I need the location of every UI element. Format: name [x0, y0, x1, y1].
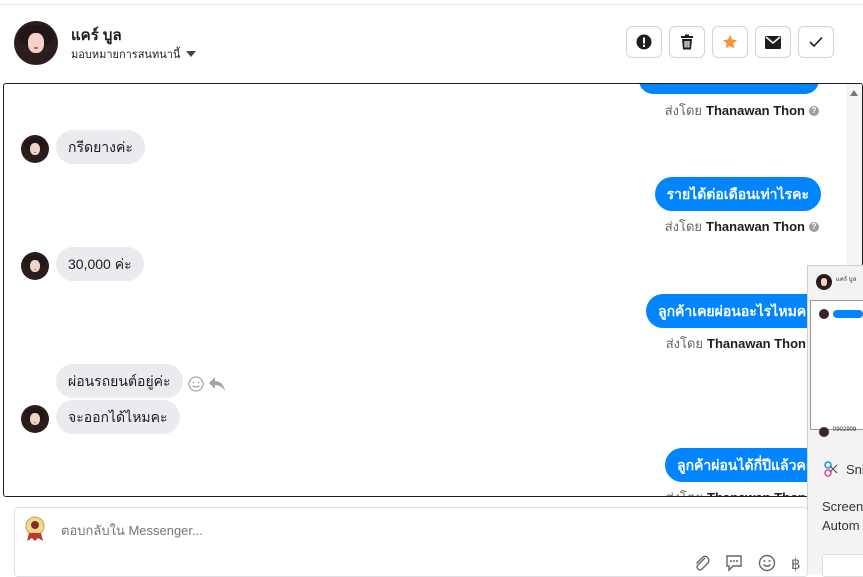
message-bubble-outgoing[interactable]: รายได้ต่อเดือนเท่าไรคะ	[654, 177, 821, 211]
message-bubble-incoming[interactable]: 30,000 ค่ะ	[56, 247, 144, 281]
overlay-text-line1: Screen	[822, 499, 863, 514]
report-button[interactable]	[626, 26, 662, 58]
message-bubble-incoming[interactable]: จะออกได้ไหมคะ	[56, 400, 180, 434]
overlay-avatar	[816, 274, 832, 290]
contact-avatar[interactable]	[14, 21, 58, 65]
caret-down-icon	[186, 51, 197, 57]
assign-label: มอบหมายการสนทนานี้	[71, 49, 181, 61]
emoji-icon[interactable]	[758, 554, 776, 572]
mark-unread-button[interactable]	[755, 26, 791, 58]
contact-name[interactable]: แคร์ บูล	[71, 23, 122, 47]
overlay-thumbnail: 0902909	[810, 300, 863, 437]
page-badge-icon	[25, 516, 45, 541]
envelope-icon	[765, 35, 781, 49]
snip-tool-icon	[824, 461, 838, 477]
alert-circle-icon	[636, 34, 652, 50]
message-bubble-outgoing-partial[interactable]	[639, 84, 819, 94]
contact-avatar-small	[21, 252, 49, 280]
sent-by-line: ส่งโดย Thanawan Thon	[665, 336, 806, 351]
help-icon[interactable]: ?	[809, 105, 819, 116]
overlay-phone: 0902909	[833, 427, 857, 433]
message-thread[interactable]: ส่งโดย Thanawan Thon ? กรีดยางค่ะ รายได้…	[3, 83, 863, 497]
overlay-contact-name: แคร์ บูล	[836, 277, 857, 283]
sent-by-line: ส่งโดย Thanawan Thon ?	[665, 216, 819, 237]
agent-name: Thanawan Thon	[706, 219, 805, 234]
conversation-header: แคร์ บูล มอบหมายการสนทนานี้	[0, 5, 863, 83]
contact-avatar-small	[21, 405, 49, 433]
help-icon[interactable]: ?	[809, 221, 819, 232]
smiley-icon[interactable]	[188, 376, 204, 392]
scroll-up-arrow-icon[interactable]	[850, 90, 858, 96]
snip-tool-overlay[interactable]: แคร์ บูล 0902909 Sni Screen Autom	[807, 265, 863, 577]
trash-icon	[681, 34, 693, 50]
reply-icon[interactable]	[208, 376, 226, 392]
message-bubble-incoming[interactable]: กรีดยางค่ะ	[56, 130, 145, 164]
check-icon	[809, 36, 823, 48]
saved-replies-icon[interactable]	[725, 554, 743, 572]
agent-name: Thanawan Thon	[706, 103, 805, 118]
message-bubble-incoming[interactable]: ผ่อนรถยนต์อยู่ค่ะ	[56, 364, 183, 398]
overlay-text-line2: Autom	[822, 518, 860, 533]
sent-by-line: ส่งโดย Thanawan Thon ?	[665, 100, 819, 121]
message-bubble-outgoing[interactable]: ลูกค้าผ่อนได้กี่ปีแล้วคะ	[665, 448, 826, 482]
attachment-icon[interactable]	[693, 554, 711, 572]
payment-icon[interactable]: ฿	[790, 554, 802, 572]
svg-text:฿: ฿	[791, 555, 801, 572]
agent-name: Thanawan Thon	[707, 490, 806, 496]
contact-avatar-small	[21, 135, 49, 163]
reply-composer[interactable]: ฿	[14, 507, 808, 577]
reply-input[interactable]	[59, 522, 563, 539]
star-button[interactable]	[712, 26, 748, 58]
delete-button[interactable]	[669, 26, 705, 58]
assign-conversation-dropdown[interactable]: มอบหมายการสนทนานี้	[71, 45, 197, 63]
overlay-title: Sni	[846, 462, 863, 477]
done-button[interactable]	[798, 26, 834, 58]
star-icon	[723, 35, 737, 49]
sent-by-line: ส่งโดย Thanawan Thon	[666, 487, 806, 496]
agent-name: Thanawan Thon	[707, 336, 806, 351]
message-bubble-outgoing[interactable]: ลูกค้าเคยผ่อนอะไรไหมคะ	[646, 294, 826, 328]
